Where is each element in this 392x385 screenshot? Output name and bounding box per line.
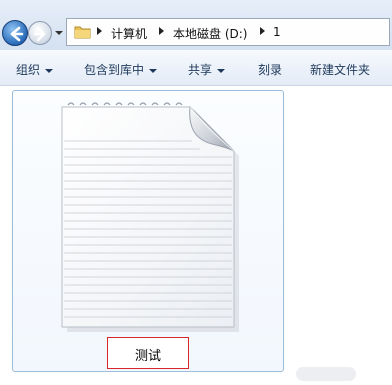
forward-arrow-icon xyxy=(33,26,46,42)
crumb-computer[interactable]: 计算机 xyxy=(111,25,147,42)
share-label: 共享 xyxy=(188,63,213,77)
crumb-separator[interactable] xyxy=(97,27,102,35)
address-bar-row: 计算机 本地磁盘 (D:) 1 xyxy=(0,0,392,50)
back-arrow-icon xyxy=(10,26,24,42)
chevron-down-icon xyxy=(45,68,54,73)
folder-icon xyxy=(74,26,91,39)
address-box[interactable]: 计算机 本地磁盘 (D:) 1 xyxy=(66,18,390,46)
chevron-down-icon xyxy=(217,68,226,73)
crumb-folder-1[interactable]: 1 xyxy=(273,25,281,39)
organize-label: 组织 xyxy=(16,63,41,77)
burn-button[interactable]: 刻录 xyxy=(258,61,282,78)
include-in-library-menu[interactable]: 包含到库中 xyxy=(84,61,158,78)
crumb-local-disk-d[interactable]: 本地磁盘 (D:) xyxy=(173,25,247,42)
file-name-label[interactable]: 测试 xyxy=(108,345,188,364)
new-folder-button[interactable]: 新建文件夹 xyxy=(310,61,370,78)
watermark-blur xyxy=(296,367,356,381)
file-name-highlight: 测试 xyxy=(107,337,189,369)
chevron-down-icon xyxy=(149,68,158,73)
organize-menu[interactable]: 组织 xyxy=(16,61,54,78)
file-list: 测试 xyxy=(0,86,392,385)
file-item[interactable]: 测试 xyxy=(12,90,284,372)
crumb-separator[interactable] xyxy=(159,27,164,35)
crumb-separator[interactable] xyxy=(260,27,265,35)
include-in-library-label: 包含到库中 xyxy=(84,63,145,77)
text-document-icon xyxy=(61,102,239,332)
share-menu[interactable]: 共享 xyxy=(188,61,226,78)
back-button[interactable] xyxy=(2,20,28,46)
forward-button[interactable] xyxy=(28,21,52,45)
chevron-down-icon[interactable] xyxy=(54,28,64,38)
command-toolbar: 组织 包含到库中 共享 刻录 新建文件夹 xyxy=(0,50,392,86)
